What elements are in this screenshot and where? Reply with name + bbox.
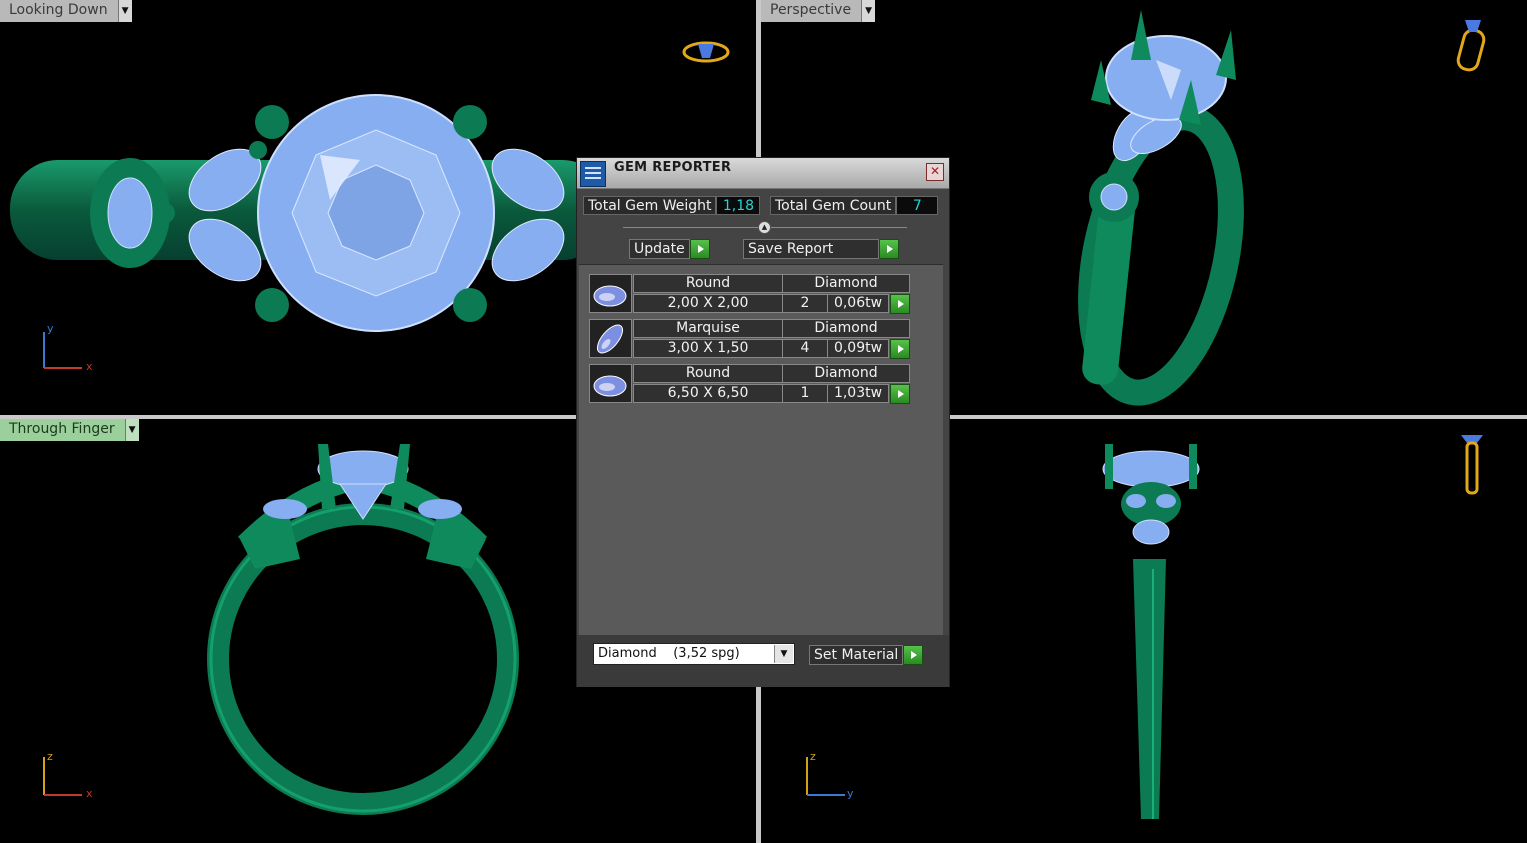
material-bar: Diamond (3,52 spg) ▼ Set Material [577, 635, 949, 687]
close-icon[interactable]: ✕ [926, 163, 944, 181]
axis-label-horizontal: x [86, 360, 93, 373]
view-name: Through Finger [0, 419, 125, 441]
gem-reporter-logo-icon [580, 161, 606, 187]
gem-weight: 0,06tw [827, 294, 889, 313]
gem-count: 1 [782, 384, 828, 403]
set-material-button-label: Set Material [809, 645, 904, 665]
total-gem-weight-label: Total Gem Weight [583, 196, 717, 215]
material-select-value: Diamond (3,52 spg) [598, 646, 740, 661]
play-arrow-icon[interactable] [890, 339, 910, 359]
gem-weight: 0,09tw [827, 339, 889, 358]
play-arrow-icon[interactable] [903, 645, 924, 665]
panel-title: GEM REPORTER [614, 160, 732, 175]
play-arrow-icon[interactable] [890, 294, 910, 314]
material-select[interactable]: Diamond (3,52 spg) ▼ [593, 643, 795, 665]
view-selector[interactable]: Perspective ▼ [761, 0, 876, 22]
chevron-down-icon[interactable]: ▼ [117, 0, 132, 22]
gem-list[interactable]: Round Diamond 2,00 X 2,00 2 0,06tw Marqu… [579, 264, 943, 635]
save-report-button-label: Save Report [743, 239, 879, 259]
view-name: Looking Down [0, 0, 118, 22]
view-name: Perspective [761, 0, 862, 22]
axis-label-horizontal: x [86, 787, 93, 800]
view-selector[interactable]: Through Finger ▼ [0, 419, 139, 441]
total-gem-weight: Total Gem Weight 1,18 [583, 196, 761, 215]
chevron-down-icon[interactable]: ▼ [124, 419, 139, 441]
play-arrow-icon[interactable] [689, 239, 710, 259]
gem-shape: Marquise [633, 319, 783, 338]
total-gem-count: Total Gem Count 7 [770, 196, 939, 215]
round-gem-thumbnail [589, 364, 632, 403]
gem-row[interactable]: Marquise Diamond 3,00 X 1,50 4 0,09tw [589, 319, 910, 359]
axis-label-vertical: z [810, 750, 816, 763]
gem-size: 2,00 X 2,00 [633, 294, 783, 313]
round-gem-thumbnail [589, 274, 632, 313]
gem-count: 2 [782, 294, 828, 313]
gem-size: 6,50 X 6,50 [633, 384, 783, 403]
gem-weight: 1,03tw [827, 384, 889, 403]
gem-material: Diamond [782, 319, 910, 338]
gem-shape: Round [633, 274, 783, 293]
update-button[interactable]: Update [629, 239, 710, 259]
chevron-down-icon[interactable]: ▼ [861, 0, 876, 22]
collapse-toggle-icon[interactable]: ▲ [758, 221, 771, 234]
axis-label-horizontal: y [847, 787, 854, 800]
gem-size: 3,00 X 1,50 [633, 339, 783, 358]
total-gem-weight-value: 1,18 [716, 196, 761, 215]
chevron-down-icon[interactable]: ▼ [774, 645, 793, 663]
set-material-button[interactable]: Set Material [809, 645, 924, 665]
total-gem-count-label: Total Gem Count [770, 196, 897, 215]
save-report-button[interactable]: Save Report [743, 239, 899, 259]
gem-count: 4 [782, 339, 828, 358]
total-gem-count-value: 7 [896, 196, 939, 215]
play-arrow-icon[interactable] [879, 239, 899, 259]
axis-label-vertical: z [47, 750, 53, 763]
axis-label-vertical: y [47, 322, 54, 335]
gem-material: Diamond [782, 274, 910, 293]
gem-shape: Round [633, 364, 783, 383]
update-button-label: Update [629, 239, 690, 259]
marquise-gem-thumbnail [589, 319, 632, 358]
gem-row[interactable]: Round Diamond 6,50 X 6,50 1 1,03tw [589, 364, 910, 404]
gem-reporter-panel: GEM REPORTER ✕ Total Gem Weight 1,18 Tot… [576, 157, 950, 687]
play-arrow-icon[interactable] [890, 384, 910, 404]
view-selector[interactable]: Looking Down ▼ [0, 0, 132, 22]
gem-material: Diamond [782, 364, 910, 383]
gem-row[interactable]: Round Diamond 2,00 X 2,00 2 0,06tw [589, 274, 910, 314]
panel-titlebar[interactable]: GEM REPORTER ✕ [577, 158, 949, 189]
